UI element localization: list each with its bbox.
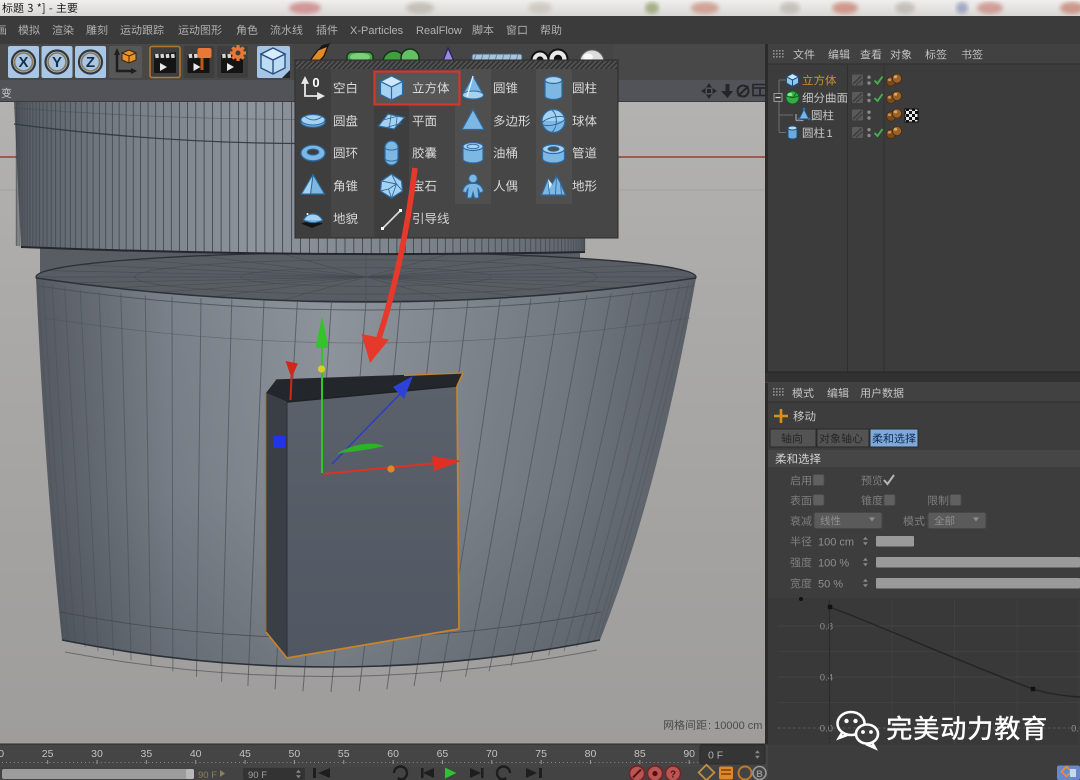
svg-text:50: 50 (289, 748, 301, 760)
svg-text:65: 65 (437, 748, 449, 760)
svg-text:1: 1 (827, 128, 833, 140)
svg-text:40: 40 (190, 748, 202, 760)
svg-text:35: 35 (141, 748, 153, 760)
svg-text:100 %: 100 % (818, 558, 849, 570)
svg-text:X: X (18, 54, 28, 71)
svg-text:100 cm: 100 cm (818, 537, 854, 549)
svg-text:0.4: 0.4 (820, 673, 833, 684)
svg-text:75: 75 (535, 748, 547, 760)
svg-text:60: 60 (387, 748, 399, 760)
svg-text:90 F: 90 F (248, 770, 267, 780)
svg-text:30: 30 (91, 748, 103, 760)
svg-text:0.0: 0.0 (820, 724, 833, 735)
svg-text:: 10000 cm: : 10000 cm (708, 720, 762, 732)
svg-text:0.8: 0.8 (820, 622, 833, 633)
svg-text:?: ? (670, 770, 676, 780)
svg-text:X-Particles: X-Particles (350, 25, 404, 37)
svg-text:80: 80 (585, 748, 597, 760)
svg-text:0 F: 0 F (708, 750, 723, 762)
svg-text:0: 0 (312, 75, 319, 90)
svg-text:0.: 0. (1071, 724, 1079, 735)
svg-text:45: 45 (239, 748, 251, 760)
svg-text:70: 70 (486, 748, 498, 760)
svg-text:55: 55 (338, 748, 350, 760)
svg-text:Y: Y (52, 54, 62, 71)
svg-text:90: 90 (683, 748, 695, 760)
svg-text:50 %: 50 % (818, 579, 843, 591)
svg-text:25: 25 (42, 748, 54, 760)
svg-text:Z: Z (86, 54, 95, 71)
svg-text:85: 85 (634, 748, 646, 760)
svg-text:20: 20 (0, 748, 4, 760)
svg-text:RealFlow: RealFlow (416, 25, 462, 37)
svg-text:B: B (756, 769, 763, 779)
svg-text:90 F: 90 F (198, 770, 217, 780)
